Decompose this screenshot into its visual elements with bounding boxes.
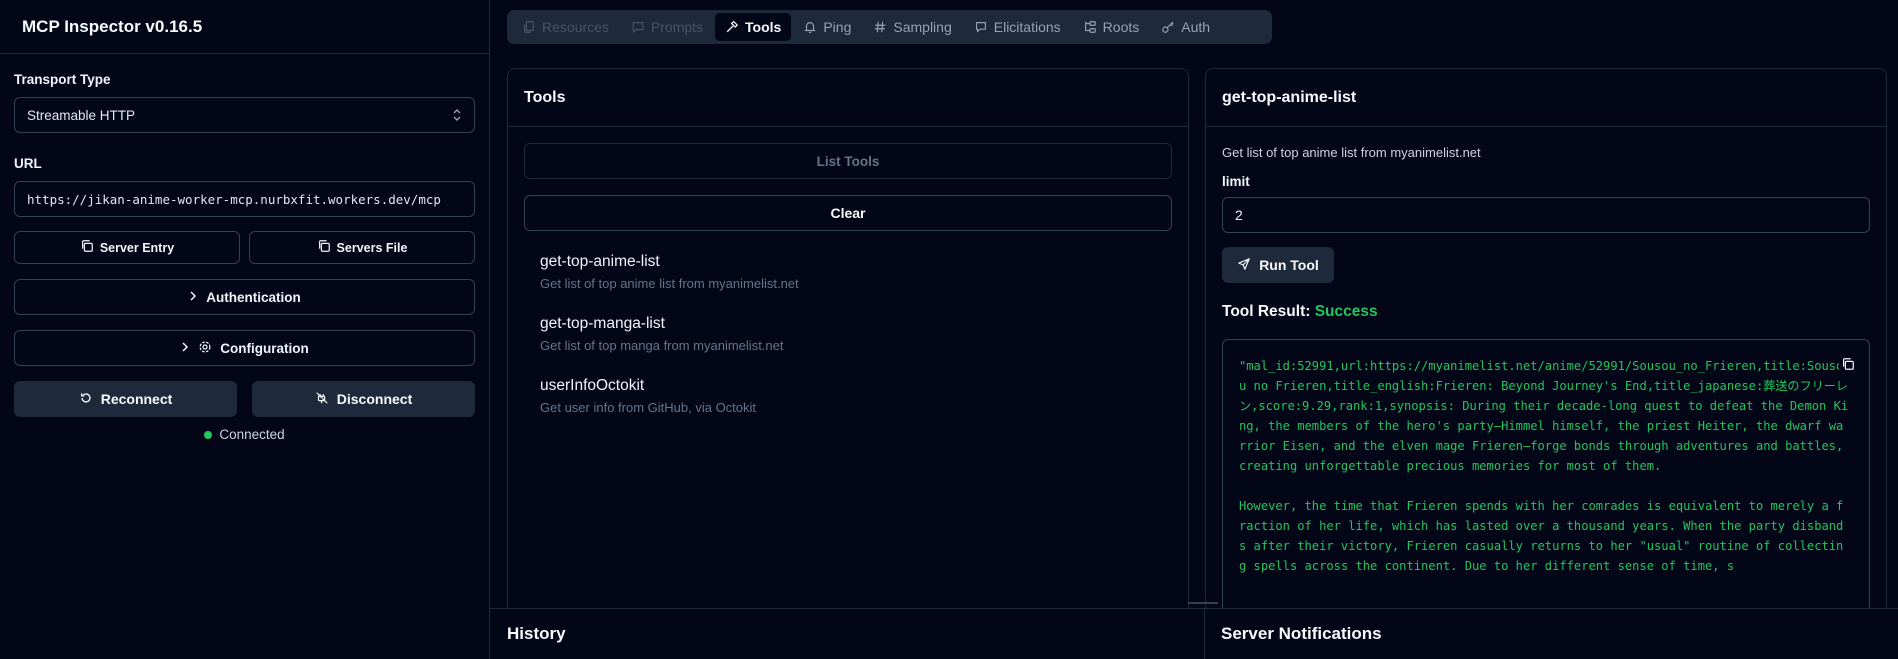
url-label: URL xyxy=(14,156,42,171)
copy-result-button[interactable] xyxy=(1839,355,1857,373)
tool-result-status: Success xyxy=(1314,303,1378,320)
tool-name: get-top-manga-list xyxy=(540,315,665,332)
servers-file-label: Servers File xyxy=(336,240,408,255)
tool-name: get-top-anime-list xyxy=(540,253,660,270)
server-entry-button[interactable]: Server Entry xyxy=(14,231,240,264)
history-title: History xyxy=(507,624,566,643)
tool-result-text: "mal_id:52991,url:https://myanimelist.ne… xyxy=(1239,359,1849,573)
copy-icon xyxy=(317,239,331,256)
tool-description: Get list of top anime list from myanimel… xyxy=(540,276,799,291)
app-title: MCP Inspector v0.16.5 xyxy=(22,16,203,36)
tool-description: Get list of top manga from myanimelist.n… xyxy=(540,338,784,353)
tab-elicitations[interactable]: Elicitations xyxy=(964,13,1071,41)
servers-file-button[interactable]: Servers File xyxy=(249,231,475,264)
tab-label: Auth xyxy=(1181,19,1211,35)
status-dot-icon xyxy=(204,430,213,439)
tab-prompts[interactable]: Prompts xyxy=(621,13,713,41)
tool-name: userInfoOctokit xyxy=(540,377,645,394)
authentication-label: Authentication xyxy=(206,289,301,305)
copy-icon xyxy=(1843,358,1854,370)
tools-panel-title: Tools xyxy=(508,69,1188,127)
chevron-right-icon xyxy=(180,341,190,356)
configuration-label: Configuration xyxy=(220,340,309,356)
limit-label: limit xyxy=(1222,174,1250,189)
rotate-ccw-icon xyxy=(79,391,93,408)
tool-list-item[interactable]: get-top-manga-list Get list of top manga… xyxy=(524,315,1172,353)
bell-icon xyxy=(804,22,817,34)
hammer-icon xyxy=(726,20,739,33)
tool-list-item[interactable]: userInfoOctokit Get user info from GitHu… xyxy=(524,377,1172,415)
tab-label: Resources xyxy=(542,19,609,35)
tab-ping[interactable]: Ping xyxy=(793,13,861,41)
tab-bar: Resources Prompts Tools Ping Sampling El… xyxy=(507,10,1272,44)
tab-label: Tools xyxy=(745,19,782,35)
configuration-toggle[interactable]: Configuration xyxy=(14,330,475,366)
tool-detail-title: get-top-anime-list xyxy=(1206,69,1886,127)
run-tool-button[interactable]: Run Tool xyxy=(1222,247,1334,283)
tab-label: Elicitations xyxy=(993,19,1061,35)
status-text: Connected xyxy=(219,427,285,442)
copy-icon xyxy=(80,239,94,256)
tab-label: Sampling xyxy=(893,19,952,35)
notifications-panel-header: Server Notifications xyxy=(1205,608,1898,659)
unplug-icon xyxy=(315,391,329,408)
tools-panel: Tools List Tools Clear get-top-anime-lis… xyxy=(507,68,1189,608)
tab-resources[interactable]: Resources xyxy=(512,13,619,41)
list-tools-button[interactable]: List Tools xyxy=(524,143,1172,179)
tab-label: Ping xyxy=(823,19,852,35)
run-tool-label: Run Tool xyxy=(1259,257,1319,273)
url-input[interactable]: https://jikan-anime-worker-mcp.nurbxfit.… xyxy=(14,181,475,217)
tool-result-box[interactable]: "mal_id:52991,url:https://myanimelist.ne… xyxy=(1222,339,1870,608)
app-root: MCP Inspector v0.16.5 Transport Type Str… xyxy=(0,0,1898,659)
tool-detail-description: Get list of top anime list from myanimel… xyxy=(1222,145,1481,160)
hash-icon xyxy=(875,21,886,33)
transport-type-label: Transport Type xyxy=(14,72,111,87)
connection-status: Connected xyxy=(14,427,475,442)
message-square-icon xyxy=(632,22,644,34)
transport-type-select[interactable]: Streamable HTTP xyxy=(14,97,475,133)
chevrons-up-down-icon xyxy=(452,108,462,122)
tab-tools[interactable]: Tools xyxy=(715,13,792,41)
disconnect-label: Disconnect xyxy=(336,391,413,407)
tab-auth[interactable]: Auth xyxy=(1151,13,1220,41)
tool-detail-panel: get-top-anime-list Get list of top anime… xyxy=(1205,68,1887,608)
tab-roots[interactable]: Roots xyxy=(1073,13,1150,41)
sidebar: MCP Inspector v0.16.5 Transport Type Str… xyxy=(0,0,490,659)
tool-result-label: Tool Result: xyxy=(1222,303,1311,320)
message-circle-icon xyxy=(975,22,986,33)
tab-label: Prompts xyxy=(650,19,704,35)
tool-description: Get user info from GitHub, via Octokit xyxy=(540,400,757,415)
reconnect-button[interactable]: Reconnect xyxy=(14,381,237,417)
tool-result-heading: Tool Result: Success xyxy=(1222,303,1870,321)
authentication-toggle[interactable]: Authentication xyxy=(14,279,475,315)
gear-icon xyxy=(198,340,212,357)
limit-input[interactable]: 2 xyxy=(1222,197,1870,233)
tab-label: Roots xyxy=(1102,19,1140,35)
resize-handle[interactable] xyxy=(1188,602,1218,604)
files-icon xyxy=(524,21,534,33)
tool-list-item[interactable]: get-top-anime-list Get list of top anime… xyxy=(524,253,1172,291)
folder-tree-icon xyxy=(1084,21,1096,33)
transport-type-value: Streamable HTTP xyxy=(27,107,136,123)
disconnect-button[interactable]: Disconnect xyxy=(252,381,475,417)
history-panel-header: History xyxy=(490,608,1205,659)
tab-sampling[interactable]: Sampling xyxy=(863,13,961,41)
server-entry-label: Server Entry xyxy=(99,240,175,255)
chevron-right-icon xyxy=(188,290,198,305)
reconnect-label: Reconnect xyxy=(100,391,173,407)
send-icon xyxy=(1237,257,1251,274)
clear-button[interactable]: Clear xyxy=(524,195,1172,231)
key-icon xyxy=(1162,21,1174,33)
notifications-title: Server Notifications xyxy=(1221,624,1382,643)
sidebar-header: MCP Inspector v0.16.5 xyxy=(0,0,489,54)
